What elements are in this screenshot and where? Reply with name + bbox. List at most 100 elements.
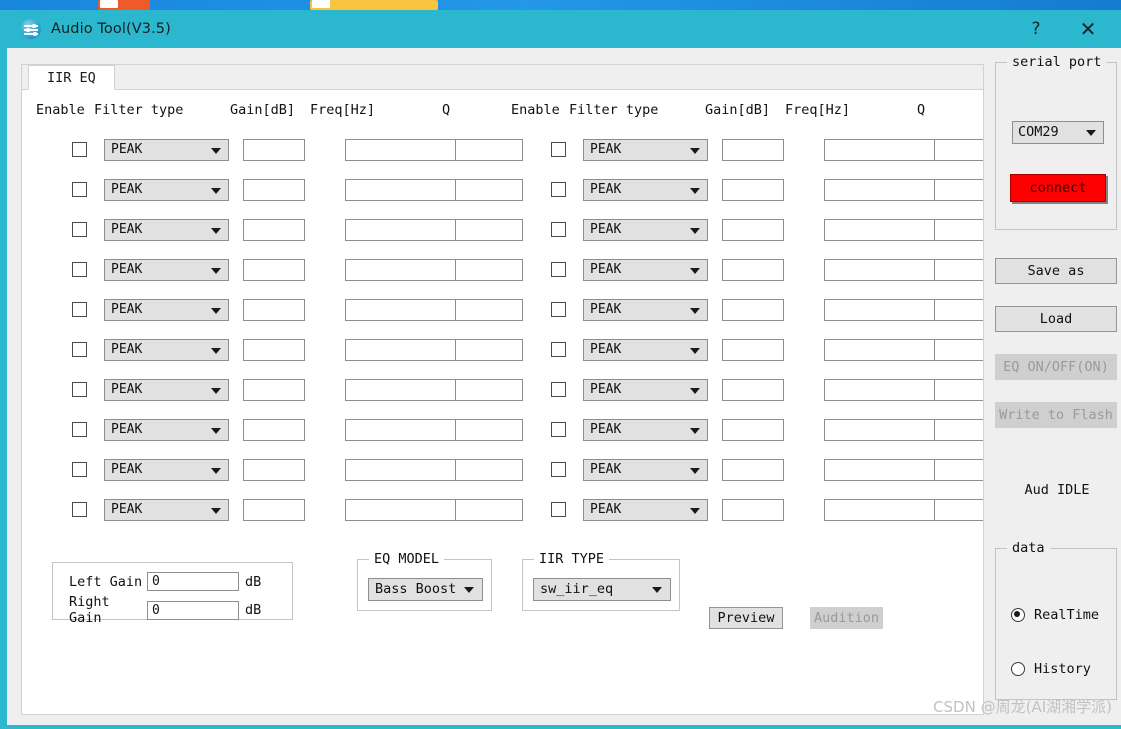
chevron-down-icon — [1086, 130, 1096, 136]
gain-input[interactable] — [722, 179, 784, 201]
right-sidebar: serial port COM29 connect Save as Load E… — [992, 54, 1121, 719]
filter-type-value: PEAK — [590, 502, 622, 517]
filter-type-select[interactable]: PEAK — [583, 179, 708, 201]
left-gain-label: Left Gain — [69, 573, 143, 590]
eq-filter-row: PEAK — [22, 459, 983, 481]
help-icon[interactable]: ? — [1013, 10, 1059, 48]
filter-type-select[interactable]: PEAK — [583, 339, 708, 361]
audition-button: Audition — [810, 607, 883, 629]
filter-type-select[interactable]: PEAK — [583, 299, 708, 321]
filter-type-select[interactable]: PEAK — [583, 139, 708, 161]
chevron-down-icon — [652, 587, 662, 593]
eq-filter-row: PEAK — [22, 499, 983, 521]
eq-model-select[interactable]: Bass Boost — [368, 578, 483, 601]
column-header-enable: Enable — [36, 102, 85, 118]
title-bar: Audio Tool(V3.5) ? ✕ — [7, 10, 1121, 48]
chevron-down-icon — [690, 468, 700, 474]
filter-type-select[interactable]: PEAK — [583, 219, 708, 241]
filter-type-select[interactable]: PEAK — [583, 459, 708, 481]
save-as-button[interactable]: Save as — [995, 258, 1117, 284]
iir-type-select[interactable]: sw_iir_eq — [533, 578, 671, 601]
gain-input[interactable] — [722, 299, 784, 321]
column-header-freq-hz: Freq[Hz] — [310, 102, 376, 118]
enable-checkbox[interactable] — [551, 262, 566, 277]
left-gain-unit: dB — [245, 573, 262, 590]
eq-filter-row: PEAK — [22, 139, 983, 161]
q-input[interactable] — [934, 219, 983, 241]
q-input[interactable] — [934, 179, 983, 201]
column-header-filter-type: Filter type — [569, 102, 659, 118]
column-header-enable: Enable — [511, 102, 560, 118]
eq-filter-row: PEAK — [22, 259, 983, 281]
window-title: Audio Tool(V3.5) — [51, 21, 171, 37]
q-input[interactable] — [934, 499, 983, 521]
enable-checkbox[interactable] — [551, 462, 566, 477]
data-group-label: data — [1007, 540, 1050, 556]
left-gain-input[interactable]: 0 — [147, 572, 239, 591]
q-input[interactable] — [934, 379, 983, 401]
eq-model-value: Bass Boost — [375, 581, 457, 597]
filter-type-value: PEAK — [590, 262, 622, 277]
radio-history[interactable]: History — [1011, 661, 1091, 677]
right-gain-label: Right Gain — [69, 594, 110, 626]
enable-checkbox[interactable] — [551, 502, 566, 517]
chevron-down-icon — [690, 388, 700, 394]
data-group: data RealTime History — [995, 540, 1117, 700]
radio-realtime[interactable]: RealTime — [1011, 607, 1099, 623]
gain-input[interactable] — [722, 499, 784, 521]
tab-iir-eq[interactable]: IIR EQ — [28, 65, 115, 90]
filter-type-value: PEAK — [590, 142, 622, 157]
desktop-icon-pdf-sheet — [100, 0, 118, 8]
chevron-down-icon — [690, 228, 700, 234]
filter-type-select[interactable]: PEAK — [583, 419, 708, 441]
eq-model-label: EQ MODEL — [369, 551, 445, 567]
load-button[interactable]: Load — [995, 306, 1117, 332]
gain-input[interactable] — [722, 259, 784, 281]
filter-type-select[interactable]: PEAK — [583, 259, 708, 281]
chevron-down-icon — [690, 508, 700, 514]
right-gain-input[interactable]: 0 — [147, 600, 239, 620]
q-input[interactable] — [934, 139, 983, 161]
com-port-value: COM29 — [1018, 124, 1059, 140]
enable-checkbox[interactable] — [551, 422, 566, 437]
eq-model-group: EQ MODEL Bass Boost — [357, 551, 492, 611]
preview-button[interactable]: Preview — [709, 607, 783, 629]
eq-filter-row: PEAK — [22, 179, 983, 201]
equalizer-icon — [21, 19, 41, 39]
enable-checkbox[interactable] — [551, 142, 566, 157]
q-input[interactable] — [934, 419, 983, 441]
filter-type-value: PEAK — [590, 302, 622, 317]
filter-type-select[interactable]: PEAK — [583, 379, 708, 401]
connect-button[interactable]: connect — [1010, 174, 1106, 202]
com-port-select[interactable]: COM29 — [1012, 121, 1104, 144]
enable-checkbox[interactable] — [551, 182, 566, 197]
q-input[interactable] — [934, 339, 983, 361]
iir-type-label: IIR TYPE — [534, 551, 610, 567]
gain-input[interactable] — [722, 219, 784, 241]
column-header-filter-type: Filter type — [94, 102, 184, 118]
gain-input[interactable] — [722, 339, 784, 361]
right-gain-row: Right Gain 0 dB — [69, 594, 261, 626]
q-input[interactable] — [934, 459, 983, 481]
chevron-down-icon — [690, 308, 700, 314]
q-input[interactable] — [934, 259, 983, 281]
iir-type-group: IIR TYPE sw_iir_eq — [522, 551, 680, 611]
filter-type-select[interactable]: PEAK — [583, 499, 708, 521]
radio-history-icon — [1011, 662, 1025, 676]
chevron-down-icon — [690, 148, 700, 154]
gain-input[interactable] — [722, 419, 784, 441]
gain-input[interactable] — [722, 459, 784, 481]
column-header-freq-hz: Freq[Hz] — [785, 102, 851, 118]
filter-type-value: PEAK — [590, 182, 622, 197]
gain-input[interactable] — [722, 139, 784, 161]
close-icon[interactable]: ✕ — [1065, 10, 1111, 48]
chevron-down-icon — [690, 348, 700, 354]
column-header-q: Q — [917, 102, 926, 118]
enable-checkbox[interactable] — [551, 222, 566, 237]
enable-checkbox[interactable] — [551, 382, 566, 397]
filter-type-value: PEAK — [590, 382, 622, 397]
q-input[interactable] — [934, 299, 983, 321]
gain-input[interactable] — [722, 379, 784, 401]
enable-checkbox[interactable] — [551, 302, 566, 317]
enable-checkbox[interactable] — [551, 342, 566, 357]
